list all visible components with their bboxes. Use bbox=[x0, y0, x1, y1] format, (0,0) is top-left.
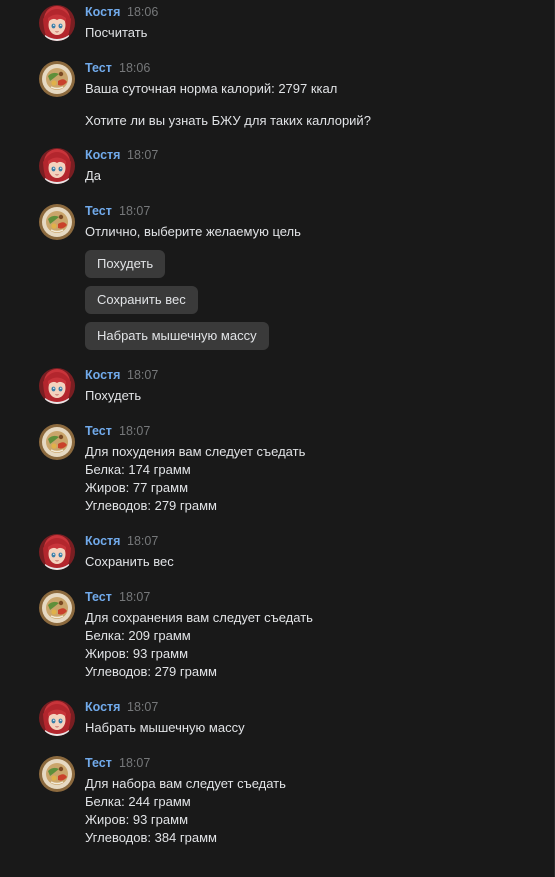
author-name[interactable]: Тест bbox=[85, 590, 112, 604]
message-time: 18:07 bbox=[119, 424, 151, 438]
anime-girl-red-hair-avatar-icon bbox=[39, 534, 75, 570]
message-text: Белка: 244 грамм bbox=[85, 794, 191, 809]
food-plate-avatar-icon bbox=[39, 756, 75, 792]
author-name[interactable]: Тест bbox=[85, 204, 112, 218]
message-text: Для набора вам следует съедать bbox=[85, 776, 286, 791]
message-text: Посчитать bbox=[85, 25, 148, 40]
message-text: Углеводов: 384 грамм bbox=[85, 830, 217, 845]
author-name[interactable]: Костя bbox=[85, 534, 120, 548]
keep-weight-button[interactable]: Сохранить вес bbox=[85, 286, 198, 314]
avatar-kostya[interactable] bbox=[39, 368, 75, 404]
avatar-test[interactable] bbox=[39, 424, 75, 460]
message-time: 18:07 bbox=[119, 590, 151, 604]
chat-history: Костя 18:06 Посчитать Тест 18:06 Ваша су… bbox=[0, 0, 555, 877]
avatar-kostya[interactable] bbox=[39, 700, 75, 736]
gain-muscle-button[interactable]: Набрать мышечную массу bbox=[85, 322, 269, 350]
food-plate-avatar-icon bbox=[39, 424, 75, 460]
message-text: Белка: 209 грамм bbox=[85, 628, 191, 643]
avatar-kostya[interactable] bbox=[39, 5, 75, 41]
message-time: 18:07 bbox=[127, 534, 159, 548]
message-time: 18:07 bbox=[127, 368, 159, 382]
avatar-test[interactable] bbox=[39, 61, 75, 97]
author-name[interactable]: Костя bbox=[85, 5, 120, 19]
message-text: Набрать мышечную массу bbox=[85, 720, 245, 735]
message-text: Сохранить вес bbox=[85, 554, 174, 569]
avatar-test[interactable] bbox=[39, 204, 75, 240]
message-time: 18:07 bbox=[119, 204, 151, 218]
author-name[interactable]: Костя bbox=[85, 368, 120, 382]
message-text: Жиров: 77 грамм bbox=[85, 480, 189, 495]
avatar-kostya[interactable] bbox=[39, 148, 75, 184]
avatar-test[interactable] bbox=[39, 590, 75, 626]
food-plate-avatar-icon bbox=[39, 204, 75, 240]
message-time: 18:07 bbox=[127, 700, 159, 714]
avatar-kostya[interactable] bbox=[39, 534, 75, 570]
message-time: 18:07 bbox=[127, 148, 159, 162]
message-time: 18:06 bbox=[127, 5, 159, 19]
message-text: Для похудения вам следует съедать bbox=[85, 444, 306, 459]
message-time: 18:07 bbox=[119, 756, 151, 770]
food-plate-avatar-icon bbox=[39, 590, 75, 626]
message-text: Да bbox=[85, 168, 102, 183]
message-text: Для сохранения вам следует съедать bbox=[85, 610, 313, 625]
anime-girl-red-hair-avatar-icon bbox=[39, 700, 75, 736]
message-text: Углеводов: 279 грамм bbox=[85, 664, 217, 679]
author-name[interactable]: Костя bbox=[85, 700, 120, 714]
message-text: Жиров: 93 грамм bbox=[85, 812, 189, 827]
author-name[interactable]: Костя bbox=[85, 148, 120, 162]
message-time: 18:06 bbox=[119, 61, 151, 75]
anime-girl-red-hair-avatar-icon bbox=[39, 5, 75, 41]
author-name[interactable]: Тест bbox=[85, 61, 112, 75]
message-text: Жиров: 93 грамм bbox=[85, 646, 189, 661]
avatar-test[interactable] bbox=[39, 756, 75, 792]
author-name[interactable]: Тест bbox=[85, 756, 112, 770]
message-text: Хотите ли вы узнать БЖУ для таких каллор… bbox=[85, 113, 371, 128]
message-text: Отлично, выберите желаемую цель bbox=[85, 224, 301, 239]
message-text: Белка: 174 грамм bbox=[85, 462, 191, 477]
lose-weight-button[interactable]: Похудеть bbox=[85, 250, 166, 278]
message-text: Ваша суточная норма калорий: 2797 ккал bbox=[85, 81, 338, 96]
anime-girl-red-hair-avatar-icon bbox=[39, 368, 75, 404]
message-text: Похудеть bbox=[85, 388, 142, 403]
author-name[interactable]: Тест bbox=[85, 424, 112, 438]
anime-girl-red-hair-avatar-icon bbox=[39, 148, 75, 184]
food-plate-avatar-icon bbox=[39, 61, 75, 97]
message-text: Углеводов: 279 грамм bbox=[85, 498, 217, 513]
